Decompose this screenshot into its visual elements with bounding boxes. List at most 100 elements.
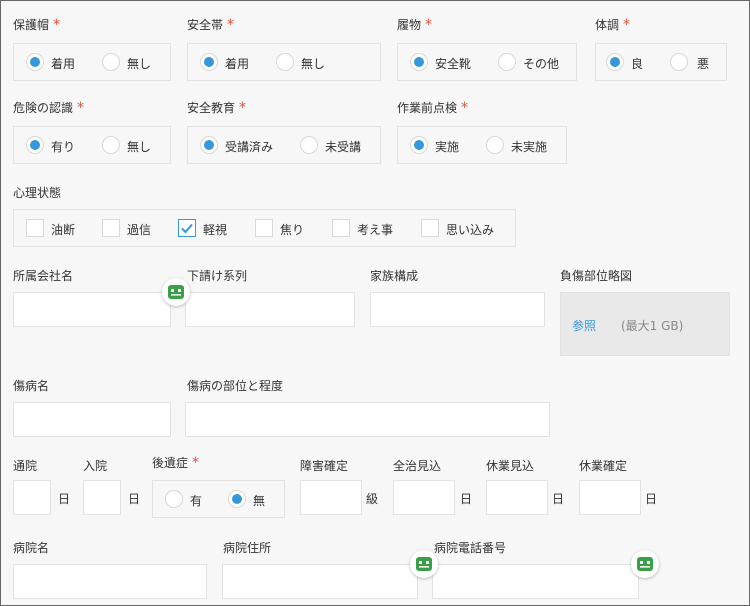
hazard-option-no-radio[interactable] xyxy=(102,136,120,154)
footwear-option-other-radio[interactable] xyxy=(498,53,516,71)
injury-map-upload-box: 参照 (最大1 GB) xyxy=(560,292,730,356)
leave-confirmed-label: 休業確定 xyxy=(579,459,628,473)
condition-option-bad-radio[interactable] xyxy=(670,53,688,71)
disability-label: 障害確定 xyxy=(300,459,349,473)
mental-state-label: 心理状態 xyxy=(13,186,62,200)
footwear-option-other-label: その他 xyxy=(523,57,560,71)
company-input[interactable] xyxy=(13,292,171,327)
id-card-icon xyxy=(637,557,653,571)
precheck-label: 作業前点検 * xyxy=(397,100,469,116)
mental-state-checkbox-group: 油断 過信 軽視 焦り 考え事 思い込み xyxy=(13,209,516,247)
injury-map-label: 負傷部位略図 xyxy=(560,269,633,283)
condition-label: 体調 * xyxy=(595,17,631,33)
footwear-label: 履物 * xyxy=(397,17,433,33)
leave-confirmed-unit: 日 xyxy=(645,492,658,506)
footwear-option-safety-radio[interactable] xyxy=(410,53,428,71)
helmet-option-on-label: 着用 xyxy=(51,57,76,71)
recovery-unit: 日 xyxy=(460,492,473,506)
mental-checkbox-assumption[interactable] xyxy=(421,219,439,237)
mental-checkbox-haste-label: 焦り xyxy=(280,223,305,237)
aftereffect-option-no-radio[interactable] xyxy=(228,490,246,508)
harness-option-on-label: 着用 xyxy=(225,57,250,71)
company-label: 所属会社名 xyxy=(13,269,74,283)
hazard-option-no-label: 無し xyxy=(127,140,152,154)
precheck-option-notdone-radio[interactable] xyxy=(486,136,504,154)
subcontract-input[interactable] xyxy=(185,292,355,327)
mental-checkbox-carelessness[interactable] xyxy=(26,219,44,237)
precheck-option-notdone-label: 未実施 xyxy=(511,140,548,154)
training-option-done-radio[interactable] xyxy=(200,136,218,154)
inpatient-days-input[interactable] xyxy=(83,480,121,515)
hospital-address-input[interactable] xyxy=(222,564,418,599)
outpatient-unit: 日 xyxy=(58,492,71,506)
mental-checkbox-overconfidence-label: 過信 xyxy=(127,223,152,237)
mental-checkbox-overconfidence[interactable] xyxy=(102,219,120,237)
mental-checkbox-distraction-label: 考え事 xyxy=(357,223,394,237)
injury-detail-input[interactable] xyxy=(185,402,550,437)
harness-option-off-radio[interactable] xyxy=(276,53,294,71)
disability-unit: 級 xyxy=(366,492,379,506)
training-option-done-label: 受講済み xyxy=(225,140,274,154)
inpatient-unit: 日 xyxy=(128,492,141,506)
recovery-label: 全治見込 xyxy=(393,459,442,473)
hospital-tel-input[interactable] xyxy=(432,564,639,599)
injury-detail-label: 傷病の部位と程度 xyxy=(187,379,284,393)
leave-confirmed-input[interactable] xyxy=(579,480,641,515)
precheck-option-done-label: 実施 xyxy=(435,140,460,154)
mental-checkbox-haste[interactable] xyxy=(255,219,273,237)
helmet-option-off-radio[interactable] xyxy=(102,53,120,71)
helmet-radio-group: 着用 無し xyxy=(13,43,171,81)
aftereffect-option-yes-radio[interactable] xyxy=(165,490,183,508)
training-option-notdone-radio[interactable] xyxy=(300,136,318,154)
training-label: 安全教育 * xyxy=(187,100,247,116)
condition-radio-group: 良 悪 xyxy=(595,43,727,81)
helmet-option-on-radio[interactable] xyxy=(26,53,44,71)
disease-label: 傷病名 xyxy=(13,379,50,393)
harness-option-on-radio[interactable] xyxy=(200,53,218,71)
disability-grade-input[interactable] xyxy=(300,480,362,515)
id-card-icon xyxy=(168,285,184,299)
outpatient-label: 通院 xyxy=(13,459,38,473)
footwear-radio-group: 安全靴 その他 xyxy=(397,43,577,81)
leave-estimate-label: 休業見込 xyxy=(486,459,535,473)
subcontract-label: 下請け系列 xyxy=(187,269,248,283)
mental-checkbox-assumption-label: 思い込み xyxy=(446,223,495,237)
mental-checkbox-carelessness-label: 油断 xyxy=(51,223,76,237)
mental-checkbox-disregard[interactable] xyxy=(178,219,196,237)
helmet-label: 保護帽 * xyxy=(13,17,61,33)
condition-option-good-label: 良 xyxy=(631,57,644,71)
precheck-option-done-radio[interactable] xyxy=(410,136,428,154)
hospital-input[interactable] xyxy=(13,564,207,599)
aftereffect-radio-group: 有 無 xyxy=(152,480,285,518)
footwear-option-safety-label: 安全靴 xyxy=(435,57,472,71)
hospital-tel-label: 病院電話番号 xyxy=(434,541,507,555)
leave-estimate-input[interactable] xyxy=(486,480,548,515)
precheck-radio-group: 実施 未実施 xyxy=(397,126,567,164)
form-frame: 保護帽 * 着用 無し 安全帯 * 着用 無し 履物 * 安全靴 その他 体調 * 良 … xyxy=(0,0,750,606)
lookup-chip-company[interactable] xyxy=(162,278,190,306)
outpatient-days-input[interactable] xyxy=(13,480,51,515)
aftereffect-option-yes-label: 有 xyxy=(190,494,203,508)
mental-checkbox-distraction[interactable] xyxy=(332,219,350,237)
inpatient-label: 入院 xyxy=(83,459,108,473)
id-card-icon xyxy=(416,557,432,571)
training-option-notdone-label: 未受講 xyxy=(325,140,362,154)
lookup-chip-hospital-tel[interactable] xyxy=(631,550,659,578)
disease-input[interactable] xyxy=(13,402,171,437)
training-radio-group: 受講済み 未受講 xyxy=(187,126,381,164)
hazard-option-yes-radio[interactable] xyxy=(26,136,44,154)
check-icon xyxy=(181,223,193,234)
helmet-option-off-label: 無し xyxy=(127,57,152,71)
browse-button[interactable]: 参照 xyxy=(572,317,596,334)
hazard-option-yes-label: 有り xyxy=(51,140,76,154)
lookup-chip-hospital-address[interactable] xyxy=(410,550,438,578)
harness-option-off-label: 無し xyxy=(301,57,326,71)
family-input[interactable] xyxy=(370,292,545,327)
hospital-label: 病院名 xyxy=(13,541,50,555)
hazard-label: 危険の認識 * xyxy=(13,100,85,116)
max-size-note: (最大1 GB) xyxy=(621,319,684,333)
hospital-address-label: 病院住所 xyxy=(223,541,272,555)
aftereffect-option-no-label: 無 xyxy=(253,494,266,508)
condition-option-good-radio[interactable] xyxy=(606,53,624,71)
recovery-days-input[interactable] xyxy=(393,480,455,515)
